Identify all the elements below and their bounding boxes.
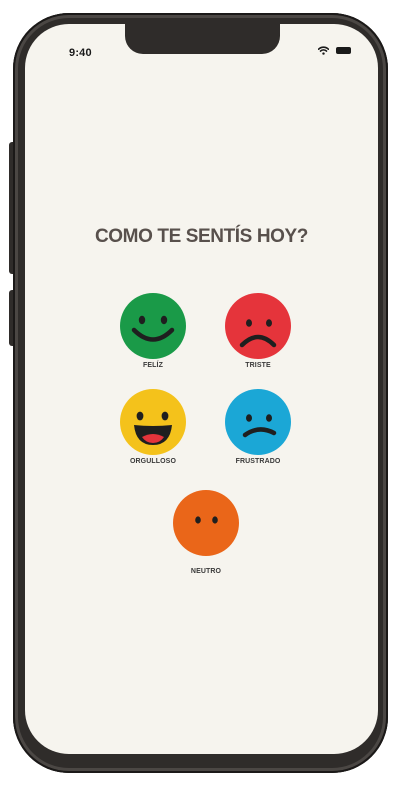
frustrated-face-icon[interactable] xyxy=(225,389,291,455)
mood-option-triste[interactable]: TRISTE xyxy=(203,293,313,369)
grinning-face-icon[interactable] xyxy=(120,389,186,455)
mood-option-neutro[interactable]: NEUTRO xyxy=(151,490,261,575)
happy-face-icon[interactable] xyxy=(120,293,186,359)
battery-icon xyxy=(336,47,351,54)
status-icons xyxy=(318,46,351,55)
mood-label: NEUTRO xyxy=(190,568,222,575)
wifi-icon xyxy=(318,46,329,55)
sad-face-icon[interactable] xyxy=(225,293,291,359)
mood-option-feliz[interactable]: FELÍZ xyxy=(98,293,208,369)
mood-option-orgulloso[interactable]: ORGULLOSO xyxy=(98,389,208,465)
page-title: COMO TE SENTÍS HOY? xyxy=(94,226,309,247)
mood-label: FRUSTRADO xyxy=(235,458,281,465)
mood-option-frustrado[interactable]: FRUSTRADO xyxy=(203,389,313,465)
mood-label: ORGULLOSO xyxy=(129,458,176,465)
neutral-face-icon[interactable] xyxy=(173,490,239,556)
status-time: 9:40 xyxy=(69,47,92,59)
mood-label: FELÍZ xyxy=(143,362,163,369)
mood-label: TRISTE xyxy=(245,362,271,369)
app-screen: 9:40 COMO TE SENTÍS HOY? FELÍZ TRISTE OR… xyxy=(25,24,378,754)
camera-notch xyxy=(125,24,280,54)
